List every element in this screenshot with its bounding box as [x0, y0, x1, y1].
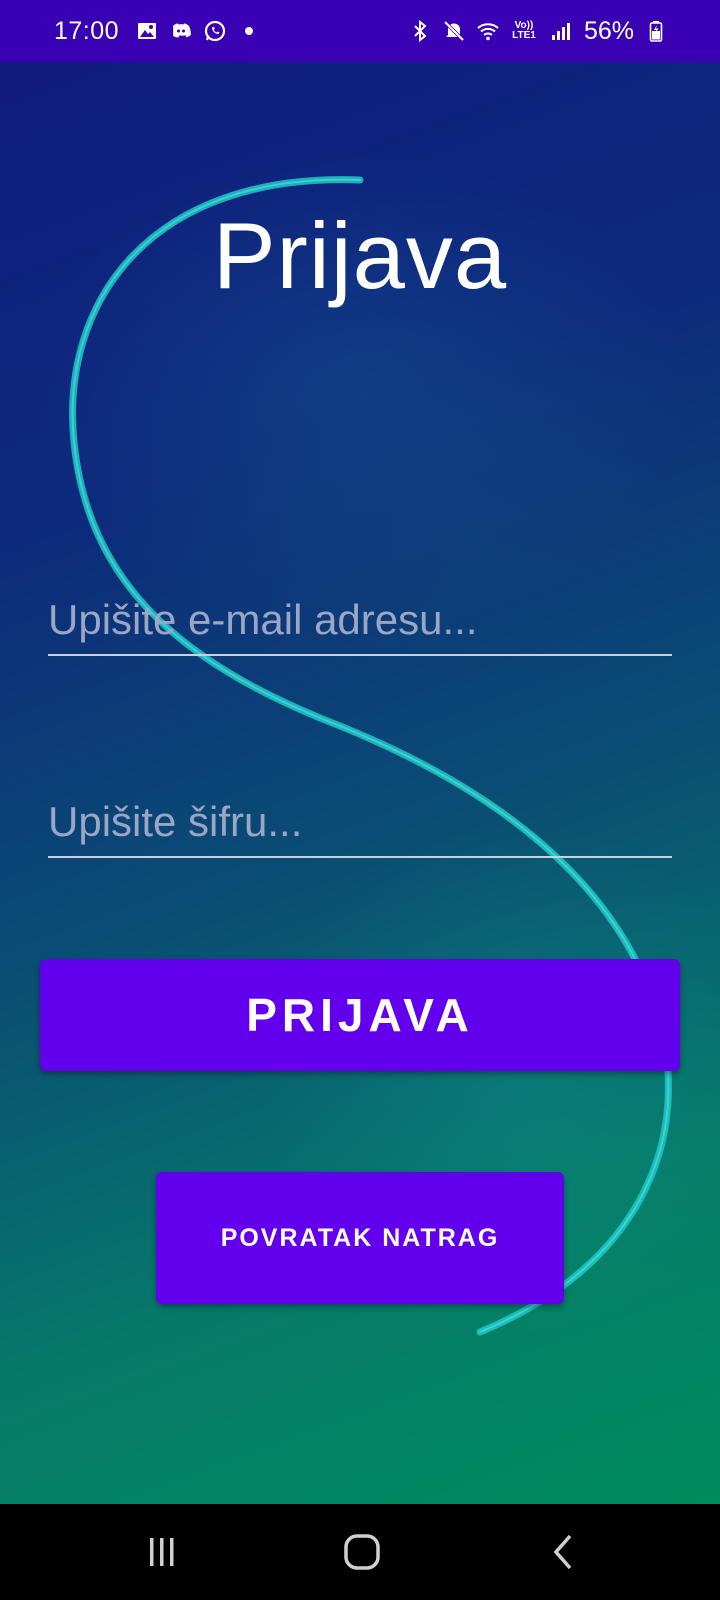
password-input[interactable]: [48, 798, 672, 856]
battery-percent: 56%: [583, 16, 634, 45]
battery-icon: [644, 19, 668, 43]
network-label: LTE1: [512, 30, 536, 41]
dot-icon: [237, 19, 261, 43]
login-screen: 17:00 Vo)) LTE1 56% Prijava Upišite e-ma…: [0, 0, 720, 1600]
back-icon: [553, 1534, 572, 1570]
recents-icon: [150, 1538, 174, 1566]
password-field-container: [48, 798, 672, 858]
email-field-container: [48, 596, 672, 656]
home-icon: [344, 1534, 380, 1570]
email-input[interactable]: [48, 596, 672, 654]
back-nav-button[interactable]: [534, 1524, 594, 1580]
login-button[interactable]: PRIJAVA: [40, 959, 680, 1071]
page-title: Prijava: [212, 203, 508, 308]
volte-icon: Vo)) LTE1: [510, 19, 538, 43]
bluetooth-icon: [408, 19, 432, 43]
wifi-icon: [476, 19, 500, 43]
login-content: Prijava PRIJAVA POVRATAK NATRAG: [0, 62, 720, 1504]
whatsapp-icon: [203, 19, 227, 43]
status-left: 17:00: [54, 17, 261, 46]
status-bar: 17:00 Vo)) LTE1 56%: [0, 0, 720, 62]
navigation-bar: [0, 1504, 720, 1600]
status-time: 17:00: [54, 16, 120, 45]
gallery-icon: [135, 19, 159, 43]
home-button[interactable]: [332, 1524, 392, 1580]
back-button[interactable]: POVRATAK NATRAG: [156, 1172, 564, 1304]
recents-button[interactable]: [132, 1524, 192, 1580]
signal-icon: [548, 19, 572, 43]
discord-icon: [169, 19, 193, 43]
status-right: Vo)) LTE1 56%: [408, 17, 668, 46]
mute-icon: [442, 19, 466, 43]
